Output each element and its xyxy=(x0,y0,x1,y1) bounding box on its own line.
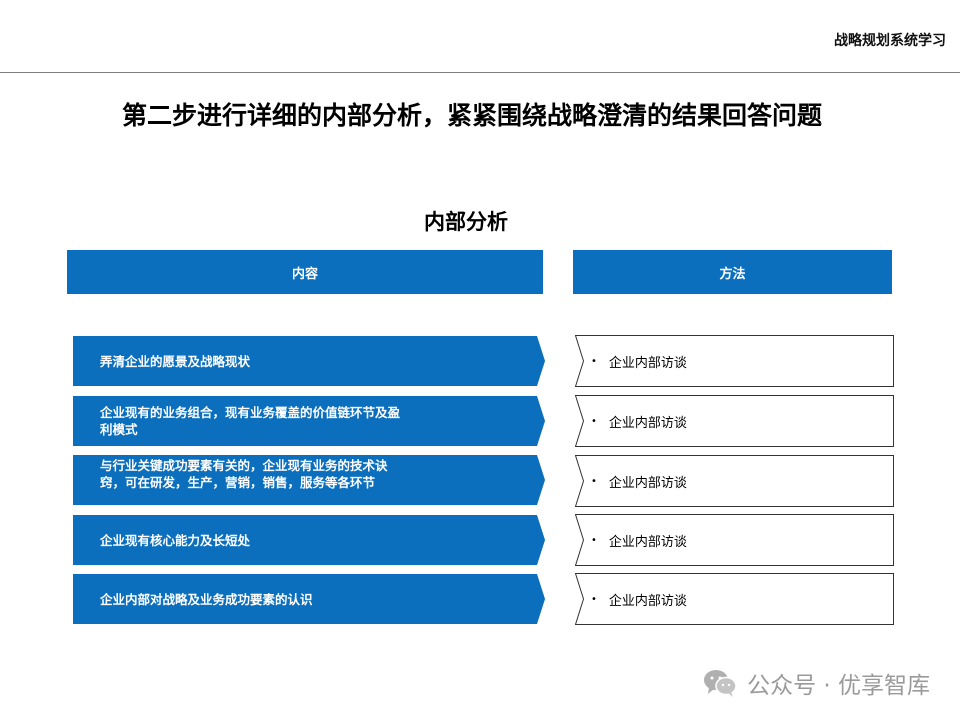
content-row-4-text: 企业现有核心能力及长短处 xyxy=(100,532,251,548)
slide-title: 第二步进行详细的内部分析，紧紧围绕战略澄清的结果回答问题 xyxy=(121,101,822,130)
content-column-label: 内容 xyxy=(291,266,318,282)
method-row-1: • 企业内部访谈 xyxy=(575,335,894,387)
method-row-4: • 企业内部访谈 xyxy=(575,514,894,566)
method-row-1-text: 企业内部访谈 xyxy=(608,355,687,371)
method-row-5-text: 企业内部访谈 xyxy=(608,593,687,609)
method-row-3-text: 企业内部访谈 xyxy=(608,475,687,491)
method-row-2-text: 企业内部访谈 xyxy=(608,415,687,431)
method-row-3: • 企业内部访谈 xyxy=(575,455,894,507)
watermark: 公众号 · 优享智库 xyxy=(703,666,930,700)
method-row-5-bullet: • 企业内部访谈 xyxy=(591,573,687,625)
method-row-4-text: 企业内部访谈 xyxy=(608,534,687,550)
method-column-header: 方法 xyxy=(573,250,892,294)
bullet-dot-icon: • xyxy=(591,475,597,487)
content-row-3-text: 与行业关键成功要素有关的，企业现有业务的技术诀窍，可在研发，生产，营销，销售，服… xyxy=(100,458,388,490)
method-row-1-bullet: • 企业内部访谈 xyxy=(591,335,687,387)
header-divider xyxy=(0,72,960,73)
content-row-5: 企业内部对战略及业务成功要素的认识 xyxy=(73,574,545,624)
bullet-dot-icon: • xyxy=(591,593,597,605)
method-row-3-bullet: • 企业内部访谈 xyxy=(591,455,687,507)
watermark-text: 公众号 · 优享智库 xyxy=(747,673,930,699)
wechat-icon xyxy=(704,670,737,697)
content-row-5-text: 企业内部对战略及业务成功要素的认识 xyxy=(100,591,313,607)
content-row-2-text: 企业现有的业务组合，现有业务覆盖的价值链环节及盈利模式 xyxy=(100,405,400,437)
header-title: 战略规划系统学习 xyxy=(834,33,946,49)
content-row-4: 企业现有核心能力及长短处 xyxy=(73,515,545,565)
method-row-5: • 企业内部访谈 xyxy=(575,573,894,625)
section-title: 内部分析 xyxy=(424,210,508,234)
content-row-3: 与行业关键成功要素有关的，企业现有业务的技术诀窍，可在研发，生产，营销，销售，服… xyxy=(73,455,545,505)
method-row-2: • 企业内部访谈 xyxy=(575,395,894,447)
bullet-dot-icon: • xyxy=(591,415,597,427)
bullet-dot-icon: • xyxy=(591,355,597,367)
content-row-1: 弄清企业的愿景及战略现状 xyxy=(73,336,545,386)
method-column-label: 方法 xyxy=(719,266,746,282)
content-column-header: 内容 xyxy=(67,250,543,294)
content-row-1-text: 弄清企业的愿景及战略现状 xyxy=(100,353,251,369)
method-row-2-bullet: • 企业内部访谈 xyxy=(591,395,687,447)
bullet-dot-icon: • xyxy=(591,534,597,546)
content-row-2: 企业现有的业务组合，现有业务覆盖的价值链环节及盈利模式 xyxy=(73,396,545,446)
method-row-4-bullet: • 企业内部访谈 xyxy=(591,514,687,566)
